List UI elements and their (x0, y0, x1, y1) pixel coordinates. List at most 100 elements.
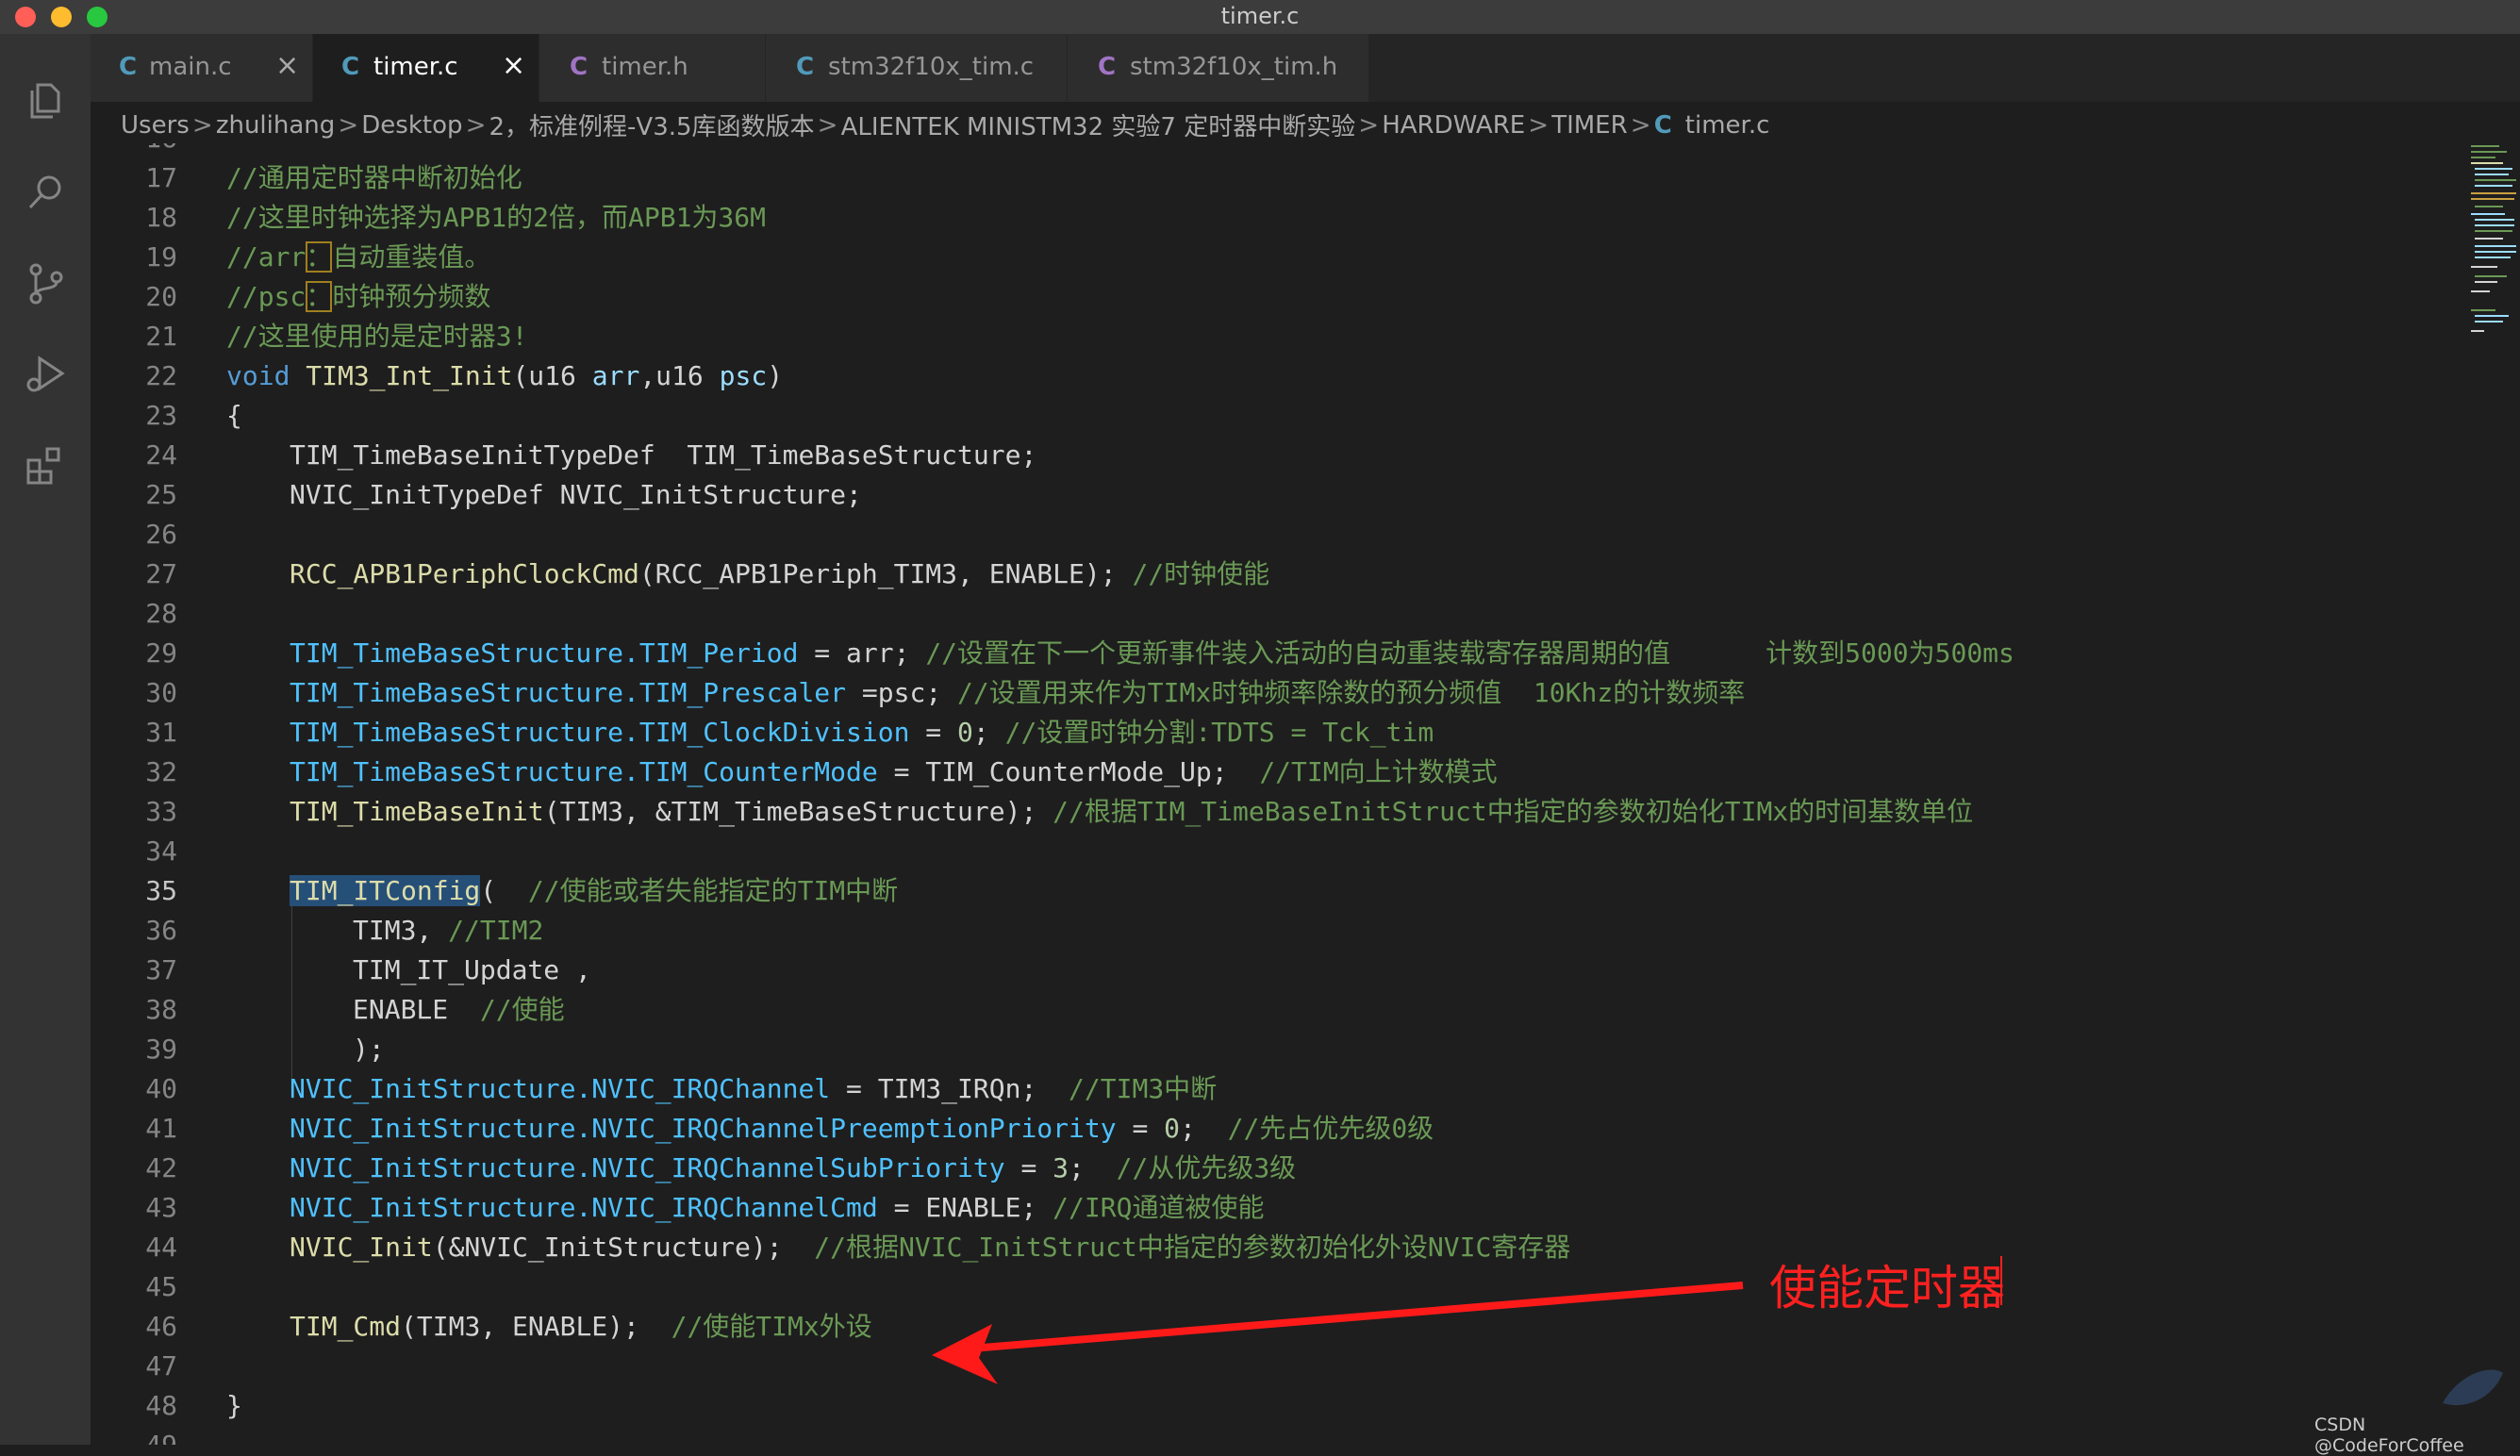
breadcrumb-separator: > (338, 110, 359, 140)
search-icon[interactable] (23, 170, 68, 215)
explorer-icon[interactable] (23, 77, 68, 123)
breadcrumb-item-hardware[interactable]: HARDWARE (1382, 111, 1525, 140)
watermark: CSDN @CodeForCoffee (2314, 1415, 2464, 1456)
breadcrumb-item-users[interactable]: Users (121, 111, 190, 140)
minimap[interactable] (2467, 143, 2520, 1445)
source-control-icon[interactable] (23, 260, 68, 306)
minimap-line (2475, 168, 2512, 170)
code-comment: //使能TIMx外设 (671, 1311, 872, 1342)
code-comment: //从优先级3级 (1116, 1152, 1297, 1183)
code-variable: TIM_TimeBaseStructure (290, 677, 624, 708)
code-text: ; (972, 717, 1005, 748)
line-number: 28 (145, 598, 177, 629)
code-line: 33 TIM_TimeBaseInit(TIM3, &TIM_TimeBaseSt… (91, 792, 2467, 832)
minimap-line (2475, 185, 2512, 187)
breadcrumb-separator: > (191, 110, 213, 140)
tab-main-c[interactable]: C main.c × (91, 34, 313, 102)
minimap-line (2475, 315, 2509, 317)
title-bar: timer.c (0, 0, 2520, 34)
code-function: TIM3_Int_Init (306, 360, 513, 391)
line-number: 40 (145, 1073, 177, 1104)
minimap-line (2475, 245, 2516, 247)
code-text: { (226, 400, 242, 431)
line-number: 24 (145, 439, 177, 471)
breadcrumb-separator: > (1358, 110, 1380, 140)
minimap-line (2471, 157, 2495, 158)
code-line: 45 (91, 1267, 2467, 1307)
line-number: 23 (145, 400, 177, 431)
minimap-line (2471, 145, 2499, 147)
code-text: (RCC_APB1Periph_TIM3, ENABLE); (638, 558, 1133, 589)
tab-stm32f10x-tim-h[interactable]: C stm32f10x_tim.h (1068, 34, 1369, 102)
tab-label: stm32f10x_tim.c (828, 53, 1035, 81)
code-line: 41 NVIC_InitStructure.NVIC_IRQChannelPree… (91, 1109, 2467, 1149)
c-file-icon: C (570, 53, 589, 81)
code-variable: NVIC_InitStructure (290, 1192, 576, 1223)
tab-timer-h[interactable]: C timer.h (539, 34, 766, 102)
code-line: 42 NVIC_InitStructure.NVIC_IRQChannelSubP… (91, 1149, 2467, 1188)
line-number: 31 (145, 717, 177, 748)
minimap-line (2471, 213, 2505, 215)
line-number: 32 (145, 756, 177, 787)
breadcrumb-item-project[interactable]: ALIENTEK MINISTM32 实验7 定时器中断实验 (841, 108, 1356, 142)
minimap-line (2471, 162, 2503, 164)
code-comment: //根据NVIC_InitStruct中指定的参数初始化外设NVIC寄存器 (814, 1232, 1571, 1263)
code-line: 43 NVIC_InitStructure.NVIC_IRQChannelCmd … (91, 1188, 2467, 1228)
code-text: = (1116, 1113, 1165, 1144)
code-line: 34 (91, 832, 2467, 871)
code-member: .TIM_Period (623, 637, 799, 669)
code-param: psc (719, 360, 768, 391)
code-text: } (226, 1390, 242, 1421)
breadcrumb-item-file[interactable]: timer.c (1685, 111, 1770, 140)
minimap-line (2471, 192, 2516, 194)
line-number: 30 (145, 677, 177, 708)
breadcrumb-item-timer[interactable]: TIMER (1551, 111, 1627, 140)
minimap-line (2475, 256, 2511, 258)
code-comment: //这里使用的是定时器3! (226, 321, 528, 352)
minimap-line (2471, 198, 2514, 200)
code-line: 26 (91, 515, 2467, 554)
breadcrumb-item-user[interactable]: zhulihang (216, 111, 335, 140)
breadcrumb-separator: > (817, 110, 838, 140)
code-member: .NVIC_IRQChannelSubPriority (575, 1152, 1005, 1183)
code-number: 3 (1053, 1152, 1069, 1183)
breadcrumb-item-folder[interactable]: 2，标准例程-V3.5库函数版本 (489, 108, 815, 142)
code-text: ,u16 (639, 360, 720, 391)
code-text: TIM_IT_Update , (353, 954, 591, 985)
code-text: = ENABLE; (877, 1192, 1053, 1223)
line-number: 21 (145, 321, 177, 352)
tab-label: timer.c (373, 53, 458, 81)
code-line: 44 NVIC_Init(&NVIC_InitStructure); //根据NV… (91, 1228, 2467, 1267)
tab-label: timer.h (602, 53, 688, 81)
tab-stm32f10x-tim-c[interactable]: C stm32f10x_tim.c (766, 34, 1068, 102)
minimap-line (2475, 321, 2503, 323)
code-comment: //psc (226, 281, 307, 312)
line-number: 27 (145, 558, 177, 589)
code-text: ); (353, 1034, 385, 1065)
tab-timer-c[interactable]: C timer.c × (313, 34, 539, 102)
code-comment: //IRQ通道被使能 (1053, 1192, 1265, 1223)
code-line: 21 //这里使用的是定时器3! (91, 317, 2467, 356)
breadcrumb-separator: > (1630, 110, 1651, 140)
minimap-line (2475, 206, 2503, 207)
line-number: 20 (145, 281, 177, 312)
code-editor[interactable]: 16 17 //通用定时器中断初始化 18 //这里时钟选择为APB1的2倍，而AP… (91, 143, 2467, 1445)
line-number: 49 (91, 1426, 177, 1445)
code-variable: NVIC_InitStructure (290, 1152, 576, 1183)
breadcrumb-item-desktop[interactable]: Desktop (361, 111, 462, 140)
close-tab-icon[interactable]: × (502, 49, 525, 82)
code-line: 37 TIM_IT_Update , (91, 951, 2467, 990)
line-number: 44 (145, 1232, 177, 1263)
code-comment: //TIM向上计数模式 (1259, 756, 1498, 787)
run-debug-icon[interactable] (23, 351, 68, 396)
line-number: 45 (145, 1271, 177, 1302)
code-comment: //时钟使能 (1132, 558, 1270, 589)
close-tab-icon[interactable]: × (275, 49, 299, 82)
line-number: 36 (145, 915, 177, 946)
extensions-icon[interactable] (23, 441, 68, 487)
code-line: 17 //通用定时器中断初始化 (91, 158, 2467, 198)
code-text: = TIM3_IRQn; (830, 1073, 1069, 1104)
line-number: 22 (145, 360, 177, 391)
annotation-label: 使能定时器 (1769, 1261, 2005, 1315)
minimap-line (2471, 266, 2497, 268)
